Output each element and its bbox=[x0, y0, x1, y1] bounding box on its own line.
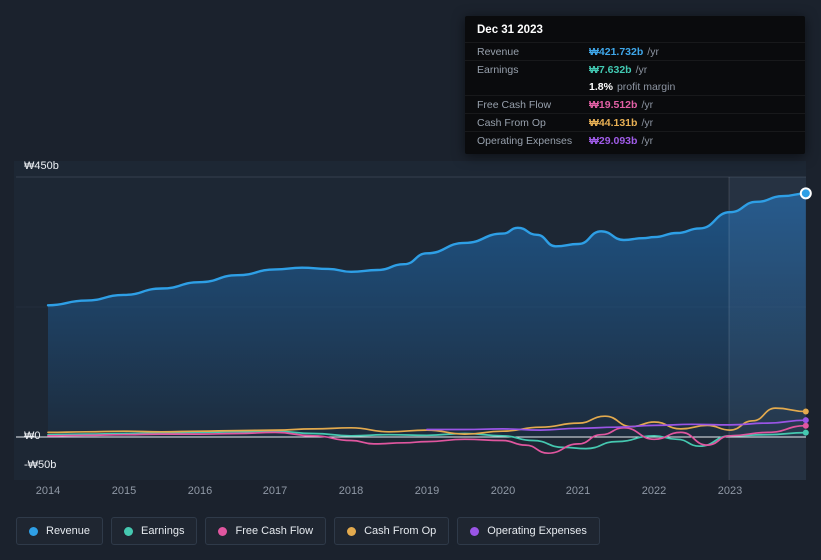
operating-expenses-end-dot bbox=[802, 417, 809, 424]
data-tooltip: Dec 31 2023 Revenue ₩421.732b /yr Earnin… bbox=[465, 16, 805, 154]
tooltip-suffix: /yr bbox=[635, 63, 648, 76]
earnings-end-dot bbox=[802, 429, 809, 436]
x-axis-label-2021: 2021 bbox=[565, 485, 591, 497]
financial-history-chart: ₩450b ₩0 -₩50b 2014 2015 2016 2017 2018 … bbox=[0, 0, 821, 560]
tooltip-row-earnings: Earnings ₩7.632b /yr bbox=[465, 60, 805, 78]
legend-item-earnings[interactable]: Earnings bbox=[111, 517, 198, 545]
legend-label: Free Cash Flow bbox=[235, 525, 314, 537]
legend-label: Cash From Op bbox=[364, 525, 437, 537]
tooltip-row-operating-expenses: Operating Expenses ₩29.093b /yr bbox=[465, 131, 805, 149]
cash-from-op-end-dot bbox=[802, 408, 809, 415]
tooltip-value: 1.8% bbox=[589, 80, 613, 93]
tooltip-date: Dec 31 2023 bbox=[477, 24, 543, 36]
x-axis-label-2017: 2017 bbox=[262, 485, 288, 497]
earnings-dot-icon bbox=[124, 526, 134, 536]
tooltip-label: Revenue bbox=[477, 45, 520, 58]
tooltip-row-profit-margin: 1.8% profit margin bbox=[465, 78, 805, 95]
tooltip-value: ₩421.732b bbox=[589, 45, 644, 58]
tooltip-value: ₩29.093b bbox=[589, 134, 638, 147]
tooltip-suffix: /yr bbox=[641, 98, 654, 111]
y-axis-label-0: ₩0 bbox=[24, 430, 41, 442]
tooltip-suffix: profit margin bbox=[616, 80, 676, 93]
tooltip-label: Earnings bbox=[477, 63, 519, 76]
legend-label: Operating Expenses bbox=[487, 525, 587, 537]
tooltip-row-revenue: Revenue ₩421.732b /yr bbox=[465, 42, 805, 60]
tooltip-label: Free Cash Flow bbox=[477, 98, 552, 111]
x-axis-label-2023: 2023 bbox=[717, 485, 743, 497]
x-axis-label-2018: 2018 bbox=[338, 485, 364, 497]
cash-from-op-dot-icon bbox=[347, 526, 357, 536]
tooltip-value: ₩7.632b bbox=[589, 63, 632, 76]
legend-item-free-cash-flow[interactable]: Free Cash Flow bbox=[205, 517, 327, 545]
tooltip-suffix: /yr bbox=[641, 116, 654, 129]
y-axis-label-neg50b: -₩50b bbox=[24, 459, 57, 471]
legend-label: Earnings bbox=[141, 525, 185, 537]
chart-legend: Revenue Earnings Free Cash Flow Cash Fro… bbox=[16, 517, 600, 545]
tooltip-row-cash-from-op: Cash From Op ₩44.131b /yr bbox=[465, 113, 805, 131]
tooltip-label: Cash From Op bbox=[477, 116, 546, 129]
free-cash-flow-end-dot bbox=[802, 422, 809, 429]
revenue-dot-icon bbox=[29, 526, 38, 536]
y-axis-label-450b: ₩450b bbox=[24, 160, 59, 172]
tooltip-suffix: /yr bbox=[641, 134, 654, 147]
revenue-end-dot bbox=[799, 187, 812, 200]
x-axis-label-2015: 2015 bbox=[111, 485, 137, 497]
operating-expenses-dot-icon bbox=[470, 526, 480, 536]
x-axis-label-2016: 2016 bbox=[187, 485, 213, 497]
tooltip-row-free-cash-flow: Free Cash Flow ₩19.512b /yr bbox=[465, 95, 805, 113]
legend-item-revenue[interactable]: Revenue bbox=[16, 517, 104, 545]
legend-label: Revenue bbox=[46, 525, 91, 537]
tooltip-value: ₩19.512b bbox=[589, 98, 638, 111]
legend-item-cash-from-op[interactable]: Cash From Op bbox=[334, 517, 450, 545]
x-axis-label-2020: 2020 bbox=[490, 485, 516, 497]
x-axis-label-2019: 2019 bbox=[414, 485, 440, 497]
x-axis-label-2014: 2014 bbox=[35, 485, 61, 497]
legend-item-operating-expenses[interactable]: Operating Expenses bbox=[457, 517, 600, 545]
x-axis-label-2022: 2022 bbox=[641, 485, 667, 497]
tooltip-value: ₩44.131b bbox=[589, 116, 638, 129]
tooltip-suffix: /yr bbox=[647, 45, 659, 58]
free-cash-flow-dot-icon bbox=[218, 526, 228, 536]
tooltip-label: Operating Expenses bbox=[477, 134, 573, 147]
